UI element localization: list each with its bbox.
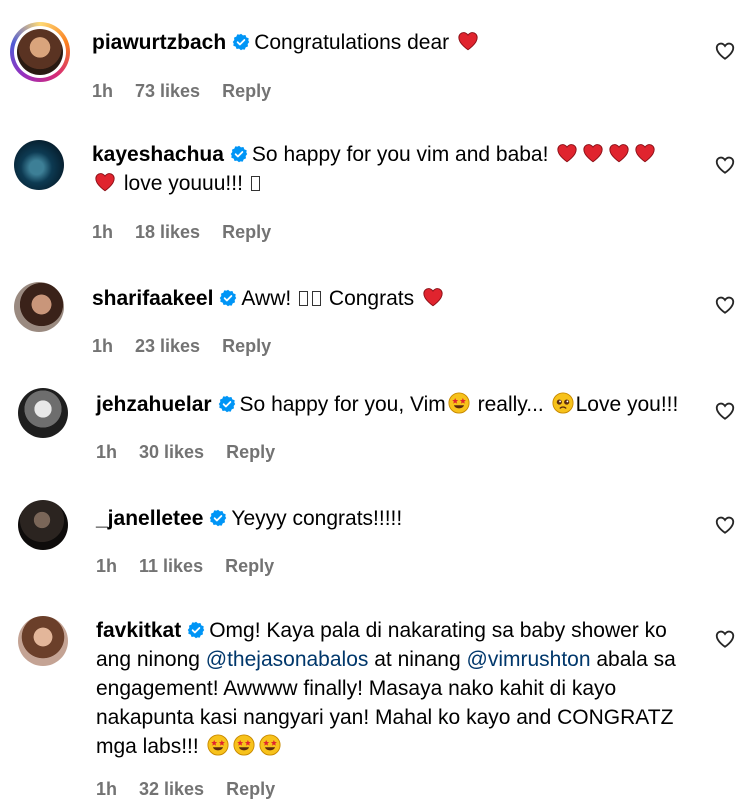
like-heart-icon[interactable] — [714, 294, 736, 316]
comment-username[interactable]: jehzahuelar — [96, 393, 212, 416]
verified-badge-icon — [187, 621, 205, 639]
verified-badge-icon — [232, 33, 250, 51]
comment-meta: 1h 32 likes Reply — [96, 779, 297, 800]
avatar[interactable] — [14, 282, 64, 332]
red-heart-emoji-icon — [457, 30, 479, 52]
likes-count[interactable]: 73 likes — [135, 81, 200, 101]
comment-item: piawurtzbach Congratulations dear 1h 73 li… — [0, 0, 750, 118]
reply-button[interactable]: Reply — [222, 336, 271, 356]
comment-item: kayeshachua So happy for you vim and baba… — [0, 118, 750, 258]
comment-line: love youuu!!! — [92, 169, 658, 198]
like-heart-icon[interactable] — [714, 628, 736, 650]
mention-link[interactable]: @vimrushton — [467, 648, 591, 671]
comment-time[interactable]: 1h — [92, 81, 113, 101]
verified-badge-icon — [209, 509, 227, 527]
comment-item: _janelletee Yeyyy congrats!!!!! 1h 11 like… — [0, 480, 750, 592]
comment-item: sharifaakeel Aww! Congrats 1h 23 likes Repl… — [0, 260, 750, 368]
missing-emoji-icon — [299, 291, 309, 306]
like-heart-icon[interactable] — [714, 400, 736, 422]
avatar[interactable] — [14, 140, 64, 190]
comment-item: jehzahuelar So happy for you, Vim really.… — [0, 366, 750, 474]
comment-message-part: abala sa — [596, 648, 676, 671]
comment-text: piawurtzbach Congratulations dear — [92, 28, 481, 57]
comment-text: jehzahuelar So happy for you, Vim really.… — [96, 390, 678, 419]
comment-line: ang ninong @thejasonabalos at ninang @vi… — [96, 645, 676, 674]
likes-count[interactable]: 23 likes — [135, 336, 200, 356]
comment-text: kayeshachua So happy for you vim and baba… — [92, 140, 658, 198]
comment-meta: 1h 23 likes Reply — [92, 336, 293, 357]
star-struck-emoji-icon — [259, 734, 281, 756]
comment-message-continued: love youuu!!! — [123, 172, 243, 195]
verified-badge-icon — [230, 145, 248, 163]
likes-count[interactable]: 11 likes — [139, 556, 203, 576]
comment-meta: 1h 18 likes Reply — [92, 222, 293, 243]
like-heart-icon[interactable] — [714, 40, 736, 62]
comment-text: favkitkat Omg! Kaya pala di nakarating sa… — [96, 616, 676, 761]
red-heart-emoji-icon — [556, 142, 578, 164]
comment-message-continued: Congrats — [328, 287, 415, 310]
verified-badge-icon — [219, 289, 237, 307]
comment-message: Omg! Kaya pala di nakarating sa baby sho… — [209, 619, 667, 642]
star-struck-emoji-icon — [233, 734, 255, 756]
comment-line: kayeshachua So happy for you vim and baba… — [92, 140, 658, 169]
comment-time[interactable]: 1h — [96, 442, 117, 462]
comment-message-end: Love you!!! — [575, 393, 679, 416]
comment-text: sharifaakeel Aww! Congrats — [92, 284, 446, 313]
comment-meta: 1h 11 likes Reply — [96, 556, 296, 577]
likes-count[interactable]: 18 likes — [135, 222, 200, 242]
reply-button[interactable]: Reply — [222, 222, 271, 242]
comment-message: Yeyyy congrats!!!!! — [231, 507, 403, 530]
comment-message: So happy for you vim and baba! — [251, 143, 549, 166]
likes-count[interactable]: 30 likes — [139, 442, 204, 462]
avatar[interactable] — [18, 500, 68, 550]
comment-message: So happy for you, Vim — [239, 393, 446, 416]
likes-count[interactable]: 32 likes — [139, 779, 204, 799]
comment-time[interactable]: 1h — [96, 779, 117, 799]
comment-time[interactable]: 1h — [92, 336, 113, 356]
comment-message-part: ang ninong — [96, 648, 200, 671]
like-heart-icon[interactable] — [714, 514, 736, 536]
missing-emoji-icon — [312, 291, 322, 306]
like-heart-icon[interactable] — [714, 154, 736, 176]
avatar[interactable] — [18, 388, 68, 438]
mention-link[interactable]: @thejasonabalos — [206, 648, 369, 671]
comment-username[interactable]: _janelletee — [96, 507, 203, 530]
comment-message-continued: really... — [477, 393, 544, 416]
reply-button[interactable]: Reply — [226, 442, 275, 462]
comment-time[interactable]: 1h — [92, 222, 113, 242]
avatar[interactable] — [10, 22, 70, 82]
comment-meta: 1h 73 likes Reply — [92, 81, 293, 102]
pleading-face-emoji-icon — [552, 392, 574, 414]
red-heart-emoji-icon — [94, 171, 116, 193]
reply-button[interactable]: Reply — [222, 81, 271, 101]
reply-button[interactable]: Reply — [225, 556, 274, 576]
red-heart-emoji-icon — [422, 286, 444, 308]
missing-emoji-icon — [250, 176, 260, 191]
verified-badge-icon — [218, 395, 236, 413]
comment-meta: 1h 30 likes Reply — [96, 442, 297, 463]
comment-line: favkitkat Omg! Kaya pala di nakarating sa… — [96, 616, 676, 645]
comment-item: favkitkat Omg! Kaya pala di nakarating sa… — [0, 596, 750, 811]
comment-message-part: at ninang — [374, 648, 461, 671]
red-heart-emoji-icon — [608, 142, 630, 164]
comment-text: _janelletee Yeyyy congrats!!!!! — [96, 504, 402, 533]
comment-message: Aww! — [241, 287, 292, 310]
comment-line: engagement! Awwww finally! Masaya nako k… — [96, 677, 617, 700]
comment-line: mga labs!!! — [96, 732, 676, 761]
comment-message: Congratulations dear — [254, 31, 450, 54]
comment-line: nakapunta kasi nangyari yan! Mahal ko ka… — [96, 706, 674, 729]
avatar[interactable] — [18, 616, 68, 666]
red-heart-emoji-icon — [634, 142, 656, 164]
comment-username[interactable]: piawurtzbach — [92, 31, 226, 54]
star-struck-emoji-icon — [207, 734, 229, 756]
red-heart-emoji-icon — [582, 142, 604, 164]
comment-username[interactable]: sharifaakeel — [92, 287, 213, 310]
comment-username[interactable]: kayeshachua — [92, 143, 224, 166]
comment-username[interactable]: favkitkat — [96, 619, 181, 642]
comment-message-part: mga labs!!! — [96, 735, 199, 758]
comment-time[interactable]: 1h — [96, 556, 117, 576]
reply-button[interactable]: Reply — [226, 779, 275, 799]
star-struck-emoji-icon — [448, 392, 470, 414]
